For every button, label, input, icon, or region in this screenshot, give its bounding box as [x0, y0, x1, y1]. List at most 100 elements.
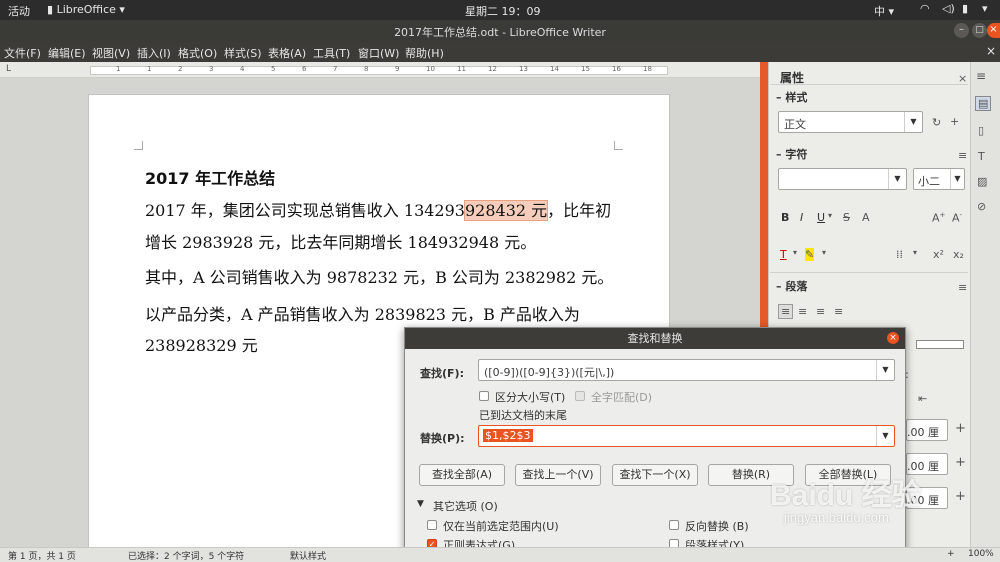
other-options-expander[interactable]: 其它选项 (O) — [433, 498, 498, 514]
ruler-tick-label: 1 — [147, 65, 152, 73]
document-heading[interactable]: 2017 年工作总结 — [145, 165, 275, 189]
superscript-icon[interactable]: x² — [933, 248, 944, 261]
expander-triangle-icon[interactable]: ▼ — [417, 499, 424, 509]
page-style[interactable]: 默认样式 — [290, 549, 326, 562]
paragraph-style-select[interactable]: 正文 ▼ — [778, 111, 923, 133]
shrink-font-icon[interactable]: A- — [952, 211, 962, 225]
find-next-button[interactable]: 查找下一个(X) — [612, 464, 698, 486]
color-swatch[interactable] — [916, 340, 964, 349]
menu-view[interactable]: 视图(V) — [92, 45, 130, 61]
chevron-down-icon[interactable]: ▼ — [950, 169, 964, 189]
find-input[interactable]: ([0-9])([0-9]{3})([元|\,]) ▼ — [478, 359, 895, 381]
more-options-icon[interactable]: ≡ — [958, 149, 967, 162]
chevron-down-icon[interactable]: ▼ — [876, 426, 894, 446]
close-window-button[interactable]: × — [987, 23, 1000, 38]
document-line[interactable]: 2017 年，集团公司实现总销售收入 134293928432 元，比年初 — [145, 197, 611, 221]
match-case-checkbox[interactable] — [479, 391, 489, 401]
menu-format[interactable]: 格式(O) — [178, 45, 217, 61]
menu-file[interactable]: 文件(F) — [4, 45, 41, 61]
whole-words-label: 全字匹配(D) — [591, 391, 653, 404]
watermark-url: jingyan.baidu.com — [784, 510, 889, 525]
chevron-down-icon[interactable]: ▼ — [904, 112, 922, 132]
activities-button[interactable]: 活动 — [8, 3, 30, 19]
watermark-logo: Baidu 经验 — [770, 479, 922, 512]
line-spacing-icon[interactable]: ⇤ — [918, 392, 927, 405]
ruler-strip: 1 1 2 3 4 5 6 7 8 9 10 11 12 13 14 15 16 18 — [90, 65, 668, 75]
justify-icon[interactable]: ≡ — [834, 305, 843, 318]
tab-stop-icon[interactable]: L — [6, 64, 11, 74]
shadow-icon[interactable]: A — [862, 211, 870, 224]
menu-tools[interactable]: 工具(T) — [313, 45, 350, 61]
replace-input[interactable]: $1,$2$3 ▼ — [478, 425, 895, 447]
gallery-icon[interactable]: ▨ — [977, 175, 987, 188]
chevron-down-icon[interactable]: ▾ — [822, 248, 826, 257]
menu-help[interactable]: 帮助(H) — [405, 45, 444, 61]
app-menu[interactable]: ▮ LibreOffice ▾ — [47, 3, 125, 16]
align-left-icon[interactable]: ≡ — [778, 304, 794, 319]
refresh-icon[interactable]: ↻ — [932, 116, 941, 129]
font-name-select[interactable]: ▼ — [778, 168, 907, 190]
properties-deck-icon[interactable]: ▤ — [975, 96, 992, 111]
plus-icon[interactable]: + — [955, 421, 966, 436]
chevron-down-icon[interactable]: ▼ — [876, 360, 894, 380]
menu-styles[interactable]: 样式(S) — [224, 45, 262, 61]
clock[interactable]: 星期二 19：09 — [465, 3, 541, 19]
chevron-down-icon[interactable]: ▾ — [913, 248, 917, 257]
chevron-down-icon[interactable]: ▾ — [793, 248, 797, 257]
menu-table[interactable]: 表格(A) — [268, 45, 306, 61]
subscript-icon[interactable]: x₂ — [953, 248, 964, 261]
more-options-icon[interactable]: ≡ — [958, 281, 967, 294]
spacing-icon[interactable]: ⁞⁞ — [896, 248, 903, 261]
chevron-down-icon: ▾ — [115, 3, 125, 16]
document-line[interactable]: 其中，A 公司销售收入为 9878232 元，B 公司为 2382982 元。 — [145, 264, 613, 288]
navigator-icon[interactable]: ⊘ — [977, 200, 986, 213]
input-method[interactable]: 中 ▾ — [874, 3, 894, 19]
highlight-icon[interactable]: ✎ — [805, 248, 815, 261]
plus-icon[interactable]: + — [955, 455, 966, 470]
italic-icon[interactable]: I — [800, 211, 803, 224]
page-deck-icon[interactable]: ▯ — [978, 124, 984, 137]
find-previous-button[interactable]: 查找上一个(V) — [515, 464, 601, 486]
chevron-down-icon[interactable]: ▼ — [888, 169, 906, 189]
styles-section-header[interactable]: – 样式 — [776, 89, 807, 105]
chevron-down-icon[interactable]: ▾ — [982, 2, 988, 15]
underline-icon[interactable]: U — [817, 211, 825, 224]
align-right-icon[interactable]: ≡ — [816, 305, 825, 318]
menu-icon[interactable]: ≡ — [976, 69, 986, 83]
backwards-checkbox[interactable] — [669, 520, 679, 530]
battery-icon[interactable]: ▮ — [962, 2, 968, 15]
maximize-button[interactable]: □ — [972, 23, 987, 38]
whole-words-checkbox[interactable] — [575, 391, 585, 401]
selection-count[interactable]: 已选择：2 个字词，5 个字符 — [128, 549, 244, 562]
document-line[interactable]: 238928329 元 — [145, 332, 258, 356]
grow-font-icon[interactable]: A+ — [932, 211, 945, 225]
plus-icon[interactable]: + — [955, 489, 966, 504]
minimize-button[interactable]: – — [954, 23, 969, 38]
zoom-level[interactable]: 100% — [968, 549, 994, 559]
indent-before-field[interactable]: .00 厘 — [906, 419, 948, 441]
find-all-button[interactable]: 查找全部(A) — [419, 464, 505, 486]
wifi-icon[interactable]: ◠ — [920, 2, 930, 15]
close-document-icon[interactable]: × — [986, 44, 996, 58]
character-section-header[interactable]: – 字符 — [776, 146, 807, 162]
paragraph-section-header[interactable]: – 段落 — [776, 278, 807, 294]
font-size-select[interactable]: 小二 ▼ — [913, 168, 965, 190]
align-center-icon[interactable]: ≡ — [798, 305, 807, 318]
strikethrough-icon[interactable]: S — [843, 211, 850, 224]
volume-icon[interactable]: ◁) — [942, 2, 955, 15]
current-selection-checkbox[interactable] — [427, 520, 437, 530]
styles-deck-icon[interactable]: T — [978, 150, 985, 163]
menu-edit[interactable]: 编辑(E) — [48, 45, 86, 61]
menu-window[interactable]: 窗口(W) — [358, 45, 399, 61]
font-color-icon[interactable]: T — [780, 248, 787, 261]
plus-icon[interactable]: + — [950, 115, 959, 128]
document-line[interactable]: 以产品分类，A 产品销售收入为 2839823 元，B 产品收入为 — [145, 301, 580, 325]
document-line[interactable]: 增长 2983928 元，比去年同期增长 184932948 元。 — [145, 229, 536, 253]
page-count[interactable]: 第 1 页，共 1 页 — [8, 549, 76, 562]
dialog-title: 查找和替换 — [627, 332, 683, 345]
chevron-down-icon[interactable]: ▾ — [828, 211, 832, 220]
menu-insert[interactable]: 插入(I) — [137, 45, 171, 61]
bold-icon[interactable]: B — [781, 211, 789, 224]
close-dialog-button[interactable]: × — [887, 332, 899, 344]
zoom-plus-icon[interactable]: + — [947, 549, 955, 559]
